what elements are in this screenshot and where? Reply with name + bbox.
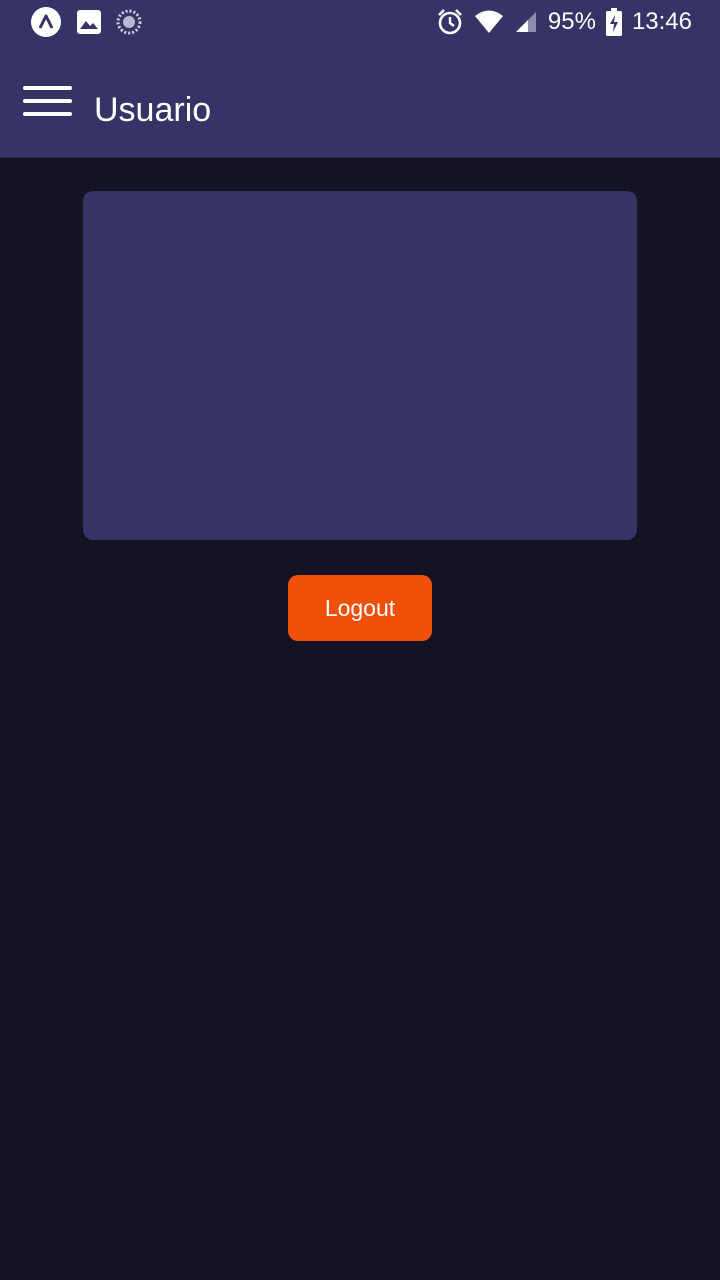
battery-percent: 95%	[547, 8, 596, 35]
clock: 13:46	[631, 8, 692, 35]
loading-icon	[116, 9, 142, 35]
alarm-icon	[436, 8, 464, 36]
screen: 95% 13:46 Usuario Logout	[0, 0, 720, 1280]
menu-line	[23, 99, 72, 103]
wifi-icon	[474, 9, 504, 35]
page-title: Usuario	[94, 91, 212, 129]
menu-line	[23, 86, 72, 90]
status-bar-left	[30, 6, 142, 38]
user-card	[83, 191, 637, 540]
menu-line	[23, 112, 72, 116]
image-icon	[76, 9, 102, 35]
status-bar: 95% 13:46	[0, 0, 720, 44]
status-bar-right: 95% 13:46	[436, 6, 692, 38]
battery-charging-icon	[605, 8, 622, 36]
hamburger-menu-icon[interactable]	[18, 82, 76, 124]
signal-icon	[514, 10, 538, 34]
expo-icon	[30, 6, 62, 38]
logout-button[interactable]: Logout	[288, 575, 432, 641]
app-bar: Usuario	[0, 44, 720, 158]
